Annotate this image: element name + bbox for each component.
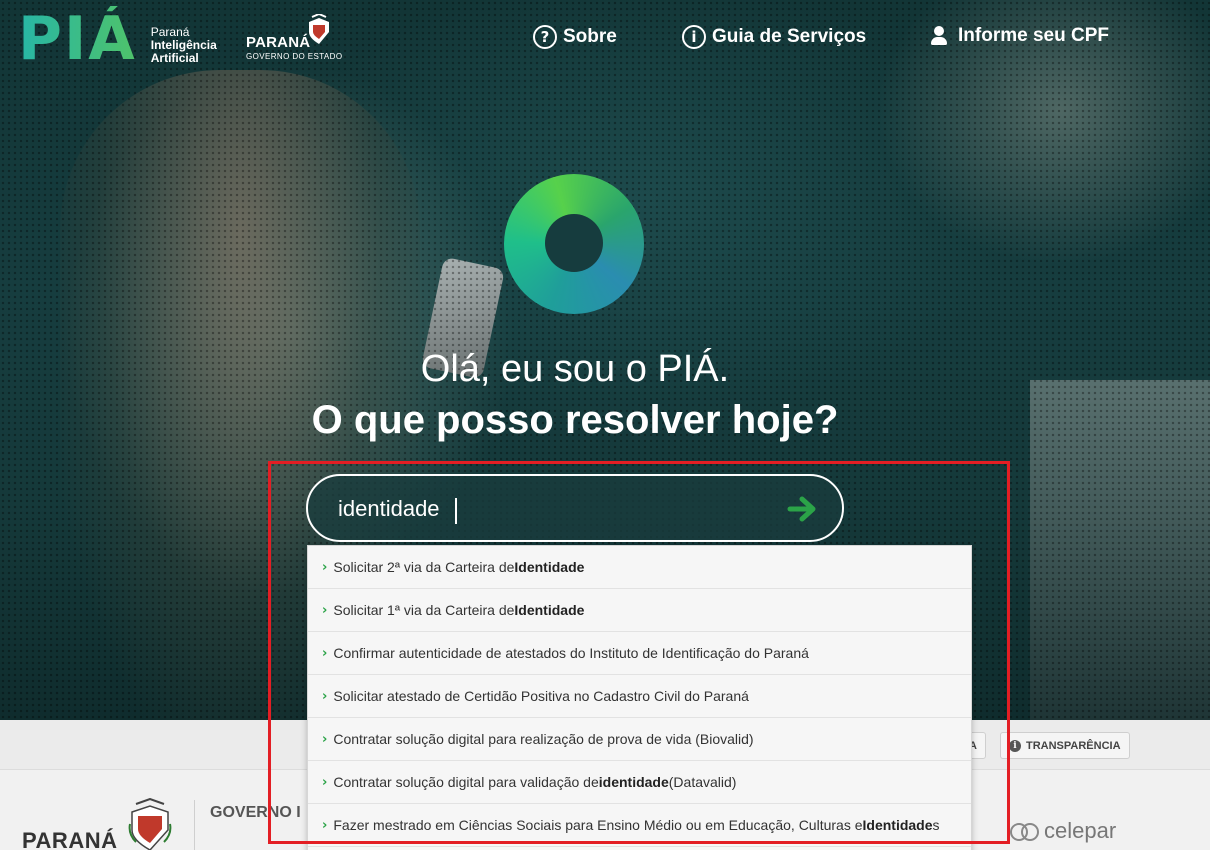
suggestion-item[interactable]: › Confirmar autenticidade de atestados do… bbox=[308, 632, 971, 675]
chevron-right-icon: › bbox=[322, 731, 328, 747]
pia-logo[interactable]: PIÁ Paraná Inteligência Artificial bbox=[18, 6, 217, 72]
pia-assistant-orb bbox=[504, 174, 644, 314]
search-box bbox=[306, 474, 844, 542]
suggestion-item[interactable]: › Contratar solução digital para realizaç… bbox=[308, 718, 971, 761]
suggestion-match: identidade bbox=[598, 774, 669, 790]
suggestion-match: Identidade bbox=[514, 559, 585, 575]
footer-parana-logo-text: PARANÁ bbox=[22, 828, 118, 850]
arrow-right-icon[interactable] bbox=[786, 492, 820, 526]
nav-guia-label: Guia de Serviços bbox=[712, 26, 867, 47]
parana-government-logo[interactable]: PARANÁ GOVERNO DO ESTADO bbox=[246, 14, 343, 61]
suggestion-text-tail: (Datavalid) bbox=[668, 774, 737, 790]
nav-sobre[interactable]: ? Sobre bbox=[533, 25, 617, 49]
suggestion-text: Contratar solução digital para realizaçã… bbox=[333, 731, 754, 747]
suggestion-text: Solicitar 2ª via da Carteira de bbox=[333, 559, 515, 575]
footer-governo-text: GOVERNO I bbox=[210, 804, 301, 821]
suggestion-text: Solicitar 1ª via da Carteira de bbox=[333, 602, 515, 618]
celepar-logo[interactable]: celepar bbox=[1010, 818, 1116, 844]
suggestion-item[interactable]: › Contratar solução digital para validaçã… bbox=[308, 761, 971, 804]
suggestion-item[interactable]: › Fazer mestrado em Ciências Sociais para… bbox=[308, 804, 971, 847]
suggestion-text-tail: s bbox=[932, 817, 940, 833]
parana-coat-of-arms-icon bbox=[128, 798, 172, 850]
pia-logo-mark: PIÁ bbox=[18, 4, 137, 74]
chevron-right-icon: › bbox=[322, 602, 328, 618]
suggestion-text: Fazer mestrado em Ciências Sociais para … bbox=[333, 817, 863, 833]
chevron-right-icon: › bbox=[322, 559, 328, 575]
celepar-rings-icon bbox=[1010, 823, 1040, 841]
transparencia-label: TRANSPARÊNCIA bbox=[1026, 739, 1121, 752]
parana-shield-icon bbox=[309, 14, 329, 44]
question-icon: ? bbox=[533, 25, 557, 49]
suggestion-item[interactable]: › Solicitar 2ª via da Carteira de Identid… bbox=[308, 546, 971, 589]
suggestion-item[interactable]: › Solicitar atestado de Certidão Positiva… bbox=[308, 675, 971, 718]
chevron-right-icon: › bbox=[322, 688, 328, 704]
suggestion-text: Confirmar autenticidade de atestados do … bbox=[333, 645, 809, 661]
user-icon bbox=[930, 26, 948, 46]
nav-guia-servicos[interactable]: i Guia de Serviços bbox=[682, 25, 866, 49]
question-heading: O que posso resolver hoje? bbox=[311, 398, 839, 442]
suggestion-match: Identidade bbox=[862, 817, 933, 833]
chevron-right-icon: › bbox=[322, 645, 328, 661]
nav-sobre-label: Sobre bbox=[563, 26, 617, 47]
greeting-heading: Olá, eu sou o PIÁ. bbox=[420, 348, 730, 390]
info-icon: i bbox=[1009, 739, 1021, 752]
info-icon: i bbox=[682, 25, 706, 49]
chevron-right-icon: › bbox=[322, 774, 328, 790]
suggestion-dropdown: › Solicitar 2ª via da Carteira de Identid… bbox=[307, 545, 972, 850]
celepar-label: celepar bbox=[1044, 818, 1117, 843]
search-input[interactable] bbox=[338, 492, 758, 526]
chevron-right-icon: › bbox=[322, 817, 328, 833]
footer-divider bbox=[194, 800, 195, 850]
suggestion-match: Identidade bbox=[514, 602, 585, 618]
nav-cpf-label: Informe seu CPF bbox=[958, 25, 1109, 46]
header: PIÁ Paraná Inteligência Artificial PARAN… bbox=[0, 0, 1210, 80]
suggestion-text: Solicitar atestado de Certidão Positiva … bbox=[333, 688, 749, 704]
transparencia-button[interactable]: i TRANSPARÊNCIA bbox=[1000, 732, 1130, 759]
parana-subtitle: GOVERNO DO ESTADO bbox=[246, 52, 343, 61]
suggestion-text: Contratar solução digital para validação… bbox=[333, 774, 599, 790]
pia-logo-subtitle: Paraná Inteligência Artificial bbox=[150, 25, 217, 65]
nav-informe-cpf[interactable]: Informe seu CPF bbox=[930, 25, 1109, 47]
text-caret bbox=[455, 498, 457, 524]
suggestion-item[interactable]: › Solicitar 1ª via da Carteira de Identid… bbox=[308, 589, 971, 632]
